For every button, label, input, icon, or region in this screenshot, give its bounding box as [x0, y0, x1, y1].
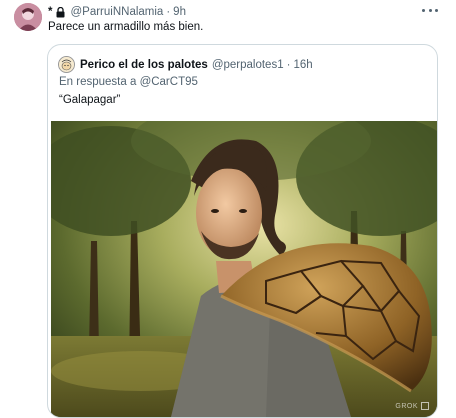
- separator-dot: ·: [166, 6, 171, 18]
- reply-mention-link[interactable]: @CarCT95: [140, 76, 198, 88]
- lock-icon: [56, 6, 65, 18]
- quoted-tweet-text: “Galapagar”: [59, 94, 121, 106]
- expand-icon: [421, 402, 429, 410]
- user-avatar[interactable]: [14, 3, 42, 31]
- separator-dot: ·: [286, 58, 291, 71]
- tweet-timestamp[interactable]: 9h: [173, 6, 186, 18]
- reply-prefix: En respuesta a: [59, 76, 137, 88]
- more-icon[interactable]: [422, 5, 438, 15]
- display-name[interactable]: *: [48, 6, 52, 18]
- quoted-tweet-header: Perico el de los palotes @perpalotes1 · …: [58, 56, 313, 73]
- quoted-tweet-image[interactable]: GROK: [51, 121, 437, 417]
- tweet-text: Parece un armadillo más bien.: [48, 21, 204, 33]
- quoted-timestamp[interactable]: 16h: [293, 59, 312, 71]
- grok-watermark: GROK: [395, 402, 429, 410]
- user-handle[interactable]: @ParruiNNalamia: [70, 6, 163, 18]
- quoted-user-avatar[interactable]: [58, 56, 75, 73]
- tweet-header: * @ParruiNNalamia · 9h: [48, 4, 186, 20]
- grok-badge-label: GROK: [395, 402, 418, 410]
- quoted-user-handle[interactable]: @perpalotes1: [212, 59, 284, 71]
- quoted-display-name[interactable]: Perico el de los palotes: [80, 59, 208, 71]
- reply-context: En respuesta a @CarCT95: [59, 76, 198, 88]
- quoted-tweet[interactable]: Perico el de los palotes @perpalotes1 · …: [47, 44, 438, 418]
